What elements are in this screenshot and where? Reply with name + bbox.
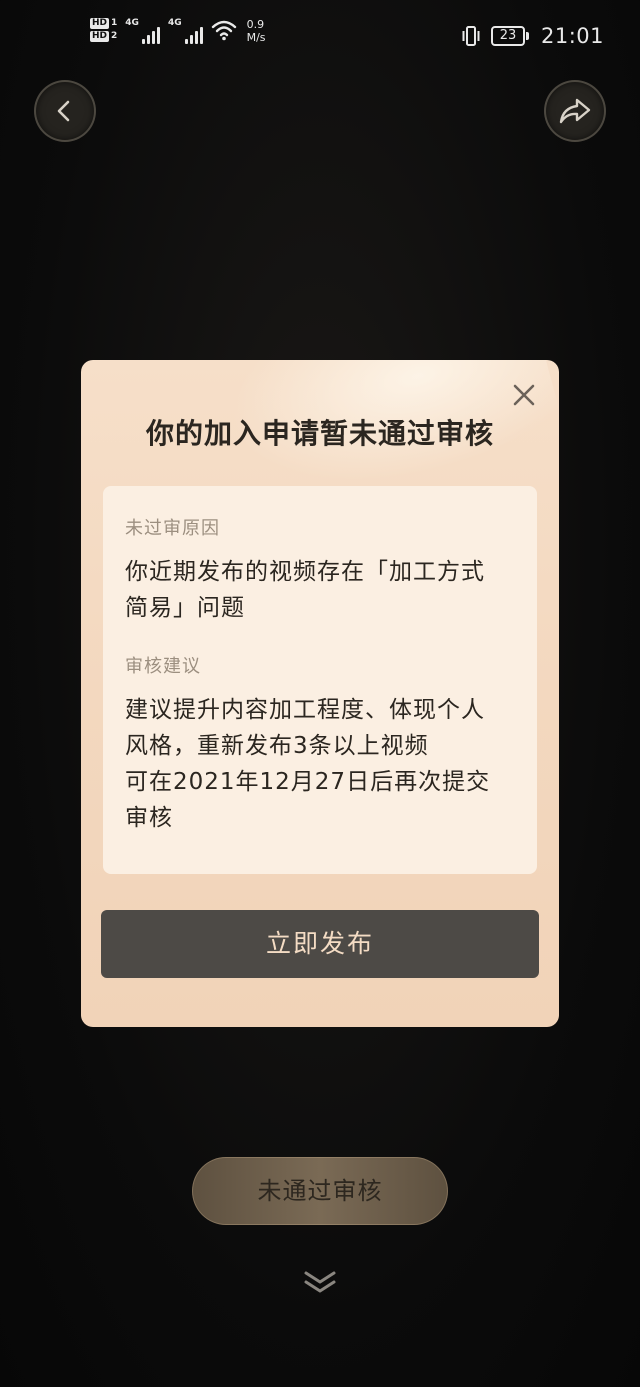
status-right: 23 21:01 (461, 24, 604, 48)
share-button[interactable] (544, 80, 606, 142)
reason-text: 你近期发布的视频存在「加工方式 简易」问题 (125, 559, 485, 621)
signal-1-icon: 4G (125, 18, 160, 44)
chevron-left-icon (57, 100, 70, 122)
back-button[interactable] (34, 80, 96, 142)
status-left: HD 1 HD 2 4G 4G 0.9 M/s (90, 18, 266, 44)
signal-2-icon: 4G (168, 18, 203, 44)
publish-now-button[interactable]: 立即发布 (101, 910, 539, 978)
wifi-icon (211, 20, 236, 41)
clock: 21:01 (540, 24, 604, 48)
battery-icon: 23 (490, 26, 529, 46)
network-speed: 0.9 M/s (246, 18, 266, 44)
sim-indicators: HD 1 HD 2 (90, 18, 117, 42)
review-result-dialog: 你的加入申请暂未通过审核 未过审原因 你近期发布的视频存在「加工方式 简易」问题… (81, 360, 559, 1027)
share-arrow-icon (559, 98, 591, 124)
vibrate-icon (462, 26, 480, 46)
review-info-card: 未过审原因 你近期发布的视频存在「加工方式 简易」问题 审核建议 建议提升内容加… (103, 486, 537, 874)
app-screen: HD 1 HD 2 4G 4G 0.9 M/s 23 21:01 未通过审核 你… (0, 0, 640, 1387)
reason-label: 未过审原因 (125, 518, 220, 539)
status-bar: HD 1 HD 2 4G 4G 0.9 M/s 23 21:01 (0, 0, 640, 76)
sim-1-indicator: HD 1 (90, 18, 118, 29)
review-status-pill[interactable]: 未通过审核 (192, 1157, 448, 1225)
double-chevron-down-icon[interactable] (300, 1268, 340, 1296)
close-icon[interactable] (511, 382, 537, 408)
sim-2-indicator: HD 2 (90, 31, 118, 42)
advice-label: 审核建议 (125, 656, 201, 677)
dialog-title: 你的加入申请暂未通过审核 (145, 417, 494, 450)
battery-level: 23 (499, 28, 517, 43)
advice-text: 建议提升内容加工程度、体现个人 风格，重新发布3条以上视频 可在2021年12月… (125, 697, 491, 831)
